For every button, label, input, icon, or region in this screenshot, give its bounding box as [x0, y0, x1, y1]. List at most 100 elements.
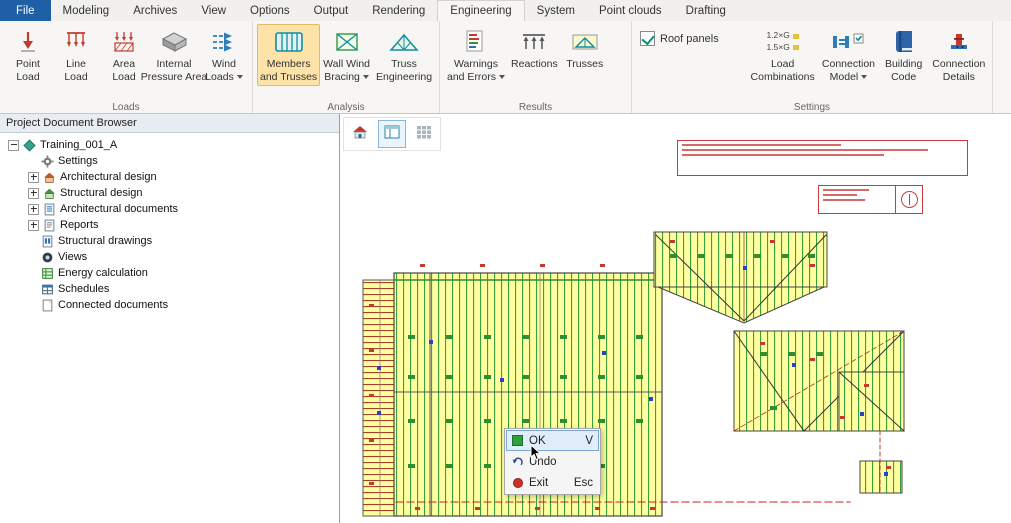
energy-calculation-icon: [41, 267, 54, 280]
tab-options[interactable]: Options: [238, 0, 302, 21]
reactions-button[interactable]: Reactions: [508, 24, 561, 74]
context-menu-exit[interactable]: Exit Esc: [506, 472, 599, 493]
label-line: Load: [64, 71, 87, 84]
tree-item-connected-documents[interactable]: Connected documents: [2, 297, 339, 313]
grid-layout-icon: [416, 125, 432, 144]
combo-mark-icon: [793, 34, 799, 39]
internal-pressure-area-label: Internal Pressure Area: [141, 58, 208, 83]
tree-item-label: Architectural documents: [60, 203, 178, 215]
connection-model-label: Connection Model: [822, 58, 875, 83]
menu-item-label: Exit: [529, 477, 548, 489]
building-code-button[interactable]: Building Code: [880, 24, 928, 86]
wall-wind-bracing-button[interactable]: Wall Wind Bracing: [320, 24, 373, 86]
roof-panels-option: Roof panels: [636, 23, 746, 46]
label-line: Load: [751, 58, 815, 71]
label-line: Reactions: [511, 58, 558, 71]
label-line: Trusses: [566, 58, 603, 71]
drawing-canvas[interactable]: OK V Undo Exit Esc: [340, 114, 1011, 523]
tree-item-views[interactable]: Views: [2, 249, 339, 265]
home-view-button[interactable]: [346, 120, 374, 148]
panel-layout-button[interactable]: [378, 120, 406, 148]
roof-panels-checkbox[interactable]: [640, 31, 655, 46]
tab-drafting[interactable]: Drafting: [674, 0, 738, 21]
context-menu-undo[interactable]: Undo: [506, 451, 599, 472]
tab-engineering[interactable]: Engineering: [437, 0, 524, 21]
document-icon: [41, 299, 54, 312]
combo-mark-icon: [793, 45, 799, 50]
point-load-button[interactable]: Point Load: [4, 24, 52, 86]
dropdown-arrow-icon: [499, 75, 505, 79]
internal-pressure-area-button[interactable]: Internal Pressure Area: [148, 24, 200, 86]
roof-panels-label: Roof panels: [660, 33, 719, 45]
tree-item-training-001-a[interactable]: Training_001_A: [2, 137, 339, 153]
label-line: Building: [885, 58, 922, 71]
combo-value: 1.2×G: [766, 30, 789, 42]
structural-design-icon: [43, 187, 56, 200]
point-load-label: Point Load: [16, 58, 40, 83]
tree-item-architectural-design[interactable]: Architectural design: [2, 169, 339, 185]
label-line: Engineering: [376, 71, 432, 84]
tab-modeling[interactable]: Modeling: [51, 0, 122, 21]
label-line: Code: [885, 71, 922, 84]
tab-file[interactable]: File: [0, 0, 51, 21]
trusses-label: Trusses: [566, 58, 603, 71]
ribbon-group-results: Warnings and Errors Reactions: [440, 21, 632, 113]
group-label-loads: Loads: [0, 102, 252, 113]
connection-details-icon: [948, 27, 970, 57]
expand-icon[interactable]: [28, 220, 39, 231]
tree-item-label: Energy calculation: [58, 267, 148, 279]
tree-item-structural-design[interactable]: Structural design: [2, 185, 339, 201]
dropdown-arrow-icon: [363, 75, 369, 79]
tree-item-label: Settings: [58, 155, 98, 167]
connection-details-button[interactable]: Connection Details: [930, 24, 988, 86]
reports-icon: [43, 219, 56, 232]
tree-item-reports[interactable]: Reports: [2, 217, 339, 233]
wind-loads-label: Wind Loads: [205, 58, 243, 83]
connection-model-button[interactable]: Connection Model: [819, 24, 877, 86]
home-icon: [352, 125, 368, 144]
members-and-trusses-label: Members and Trusses: [260, 58, 317, 83]
wall-wind-bracing-label: Wall Wind Bracing: [323, 58, 370, 83]
trusses-button[interactable]: Trusses: [561, 24, 609, 74]
tab-system[interactable]: System: [525, 0, 587, 21]
warnings-and-errors-icon: [464, 27, 488, 57]
dropdown-arrow-icon: [861, 75, 867, 79]
tab-output[interactable]: Output: [302, 0, 361, 21]
menu-item-shortcut: V: [585, 435, 593, 447]
building-code-icon: [893, 27, 915, 57]
grid-layout-button[interactable]: [410, 120, 438, 148]
stamp-annotation: [818, 185, 923, 214]
expand-icon[interactable]: [28, 188, 39, 199]
wind-loads-button[interactable]: Wind Loads: [200, 24, 248, 86]
tree-item-energy-calculation[interactable]: Energy calculation: [2, 265, 339, 281]
label-line: Load: [16, 71, 40, 84]
label-line: and Trusses: [260, 71, 317, 84]
label-line: Members: [260, 58, 317, 71]
tab-view[interactable]: View: [189, 0, 238, 21]
context-menu-ok[interactable]: OK V: [506, 430, 599, 451]
warnings-and-errors-button[interactable]: Warnings and Errors: [444, 24, 508, 86]
ribbon-tab-bar: File Modeling Archives View Options Outp…: [0, 0, 1011, 21]
group-label-analysis: Analysis: [253, 102, 439, 113]
members-and-trusses-button[interactable]: Members and Trusses: [257, 24, 320, 86]
truss-engineering-button[interactable]: Truss Engineering: [373, 24, 435, 86]
tab-archives[interactable]: Archives: [121, 0, 189, 21]
annotation-text-line: [823, 194, 857, 196]
truss-engineering-label: Truss Engineering: [376, 58, 432, 83]
ribbon-group-loads: Point Load Line Load: [0, 21, 253, 113]
tab-rendering[interactable]: Rendering: [360, 0, 437, 21]
collapse-icon[interactable]: [8, 140, 19, 151]
expand-icon[interactable]: [28, 204, 39, 215]
tree-item-settings[interactable]: Settings: [2, 153, 339, 169]
expand-icon[interactable]: [28, 172, 39, 183]
panel-title: Project Document Browser: [0, 114, 339, 133]
exit-icon: [512, 477, 523, 488]
tree-item-schedules[interactable]: Schedules: [2, 281, 339, 297]
context-menu: OK V Undo Exit Esc: [504, 428, 601, 495]
tab-point-clouds[interactable]: Point clouds: [587, 0, 674, 21]
load-combinations-button[interactable]: 1.2×G 1.5×G Load Combinations: [748, 24, 817, 86]
line-load-button[interactable]: Line Load: [52, 24, 100, 86]
tree-item-structural-drawings[interactable]: Structural drawings: [2, 233, 339, 249]
tree-item-architectural-documents[interactable]: Architectural documents: [2, 201, 339, 217]
mouse-cursor: [530, 444, 542, 461]
